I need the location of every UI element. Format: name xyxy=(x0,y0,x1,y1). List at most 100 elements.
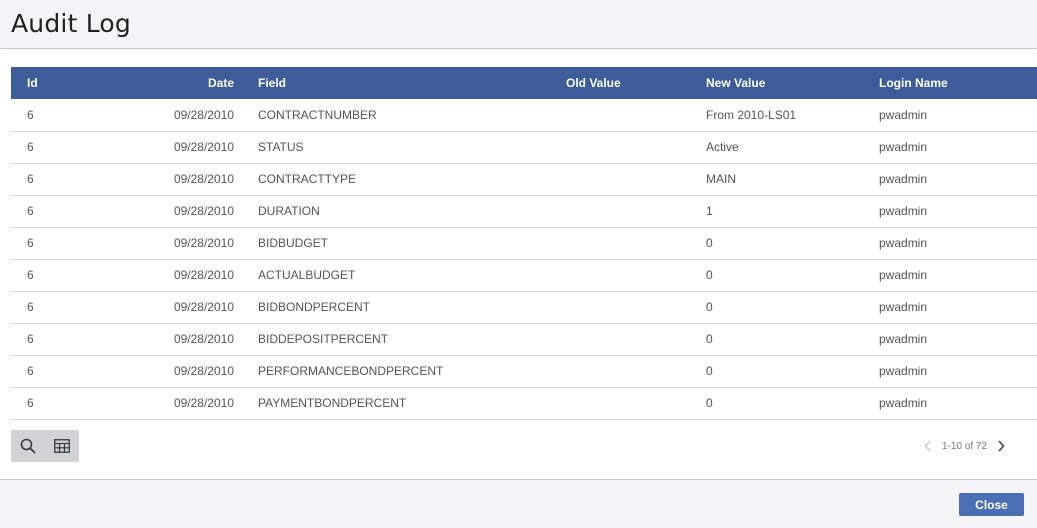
table-row[interactable]: 6 09/28/2010 PERFORMANCEBONDPERCENT 0 pwadmi… xyxy=(11,355,1037,387)
cell-new-value: MAIN xyxy=(706,172,736,186)
pager-status: 1-10 of 72 xyxy=(942,440,988,452)
table-body: 6 09/28/2010 CONTRACTNUMBER From 2010-LS01 p… xyxy=(11,99,1037,419)
column-header-date[interactable]: Date xyxy=(132,67,234,99)
cell-old-value xyxy=(566,163,706,195)
cell-date: 09/28/2010 xyxy=(173,236,234,250)
cell-spacer xyxy=(234,163,258,195)
cell-spacer xyxy=(234,99,258,131)
cell-login-name: pwadmin xyxy=(879,236,928,250)
column-chooser-button[interactable] xyxy=(45,430,79,462)
cell-field: PERFORMANCEBONDPERCENT xyxy=(258,364,444,378)
cell-field: BIDBONDPERCENT xyxy=(258,300,371,314)
cell-id: 6 xyxy=(27,140,34,154)
table-row[interactable]: 6 09/28/2010 ACTUALBUDGET 0 pwadmin xyxy=(11,259,1037,291)
cell-login-name: pwadmin xyxy=(879,300,928,314)
cell-spacer xyxy=(234,259,258,291)
cell-date: 09/28/2010 xyxy=(173,172,234,186)
cell-login-name: pwadmin xyxy=(879,396,928,410)
cell-old-value xyxy=(566,227,706,259)
cell-old-value xyxy=(566,355,706,387)
dialog-footer xyxy=(0,479,1037,528)
cell-date: 09/28/2010 xyxy=(173,268,234,282)
cell-field: CONTRACTNUMBER xyxy=(258,107,377,122)
table-header-row: Id Date Field Old Value New Value Login … xyxy=(11,67,1037,99)
audit-log-table: Id Date Field Old Value New Value Login … xyxy=(11,67,1037,420)
cell-login-name: pwadmin xyxy=(879,172,928,186)
cell-new-value: 0 xyxy=(706,364,713,378)
cell-date: 09/28/2010 xyxy=(173,204,234,218)
column-header-new-value[interactable]: New Value xyxy=(706,67,879,99)
cell-login-name: pwadmin xyxy=(879,140,928,154)
cell-new-value: 0 xyxy=(706,396,713,410)
cell-new-value: 0 xyxy=(706,300,713,314)
cell-new-value: 0 xyxy=(706,332,713,346)
search-button[interactable] xyxy=(11,430,45,462)
table-row[interactable]: 6 09/28/2010 PAYMENTBONDPERCENT 0 pwadmin xyxy=(11,387,1037,419)
cell-date: 09/28/2010 xyxy=(173,107,234,122)
table-row[interactable]: 6 09/28/2010 CONTRACTNUMBER From 2010-LS01 p… xyxy=(11,99,1037,131)
cell-id: 6 xyxy=(27,300,34,314)
table-row[interactable]: 6 09/28/2010 DURATION 1 pwadmin xyxy=(11,195,1037,227)
cell-new-value: Active xyxy=(706,140,739,154)
table-row[interactable]: 6 09/28/2010 BIDBUDGET 0 pwadmin xyxy=(11,227,1037,259)
table-row[interactable]: 6 09/28/2010 BIDDEPOSITPERCENT 0 pwadmin xyxy=(11,323,1037,355)
cell-old-value xyxy=(566,131,706,163)
table-row[interactable]: 6 09/28/2010 STATUS Active pwadmin xyxy=(11,131,1037,163)
page-title: Audit Log xyxy=(11,9,131,38)
table-row[interactable]: 6 09/28/2010 BIDBONDPERCENT 0 pwadmin xyxy=(11,291,1037,323)
cell-id: 6 xyxy=(27,364,34,378)
search-icon xyxy=(20,438,36,454)
cell-login-name: pwadmin xyxy=(879,107,928,122)
cell-old-value xyxy=(566,195,706,227)
cell-id: 6 xyxy=(27,332,34,346)
cell-id: 6 xyxy=(27,268,34,282)
grid-toolbar xyxy=(11,430,79,462)
previous-page-button[interactable] xyxy=(920,436,936,456)
cell-login-name: pwadmin xyxy=(879,364,928,378)
cell-old-value xyxy=(566,291,706,323)
column-header-login-name[interactable]: Login Name xyxy=(879,67,1037,99)
cell-spacer xyxy=(234,131,258,163)
cell-login-name: pwadmin xyxy=(879,204,928,218)
table-row[interactable]: 6 09/28/2010 CONTRACTTYPE MAIN pwadmin xyxy=(11,163,1037,195)
cell-spacer xyxy=(234,387,258,419)
cell-spacer xyxy=(234,195,258,227)
cell-id: 6 xyxy=(27,396,34,410)
cell-field: BIDBUDGET xyxy=(258,236,329,250)
dialog-header: Audit Log xyxy=(0,0,1037,49)
cell-old-value xyxy=(566,99,706,131)
cell-date: 09/28/2010 xyxy=(173,396,234,410)
cell-id: 6 xyxy=(27,236,34,250)
cell-new-value: 1 xyxy=(706,204,713,218)
cell-field: PAYMENTBONDPERCENT xyxy=(258,396,407,410)
column-header-id[interactable]: Id xyxy=(11,67,132,99)
cell-id: 6 xyxy=(27,204,34,218)
column-spacer xyxy=(234,67,258,99)
cell-new-value: 0 xyxy=(706,236,713,250)
cell-spacer xyxy=(234,355,258,387)
pager: 1-10 of 72 xyxy=(920,436,1009,456)
cell-old-value xyxy=(566,259,706,291)
cell-old-value xyxy=(566,323,706,355)
cell-field: CONTRACTTYPE xyxy=(258,172,357,186)
cell-date: 09/28/2010 xyxy=(173,140,234,154)
column-header-old-value[interactable]: Old Value xyxy=(566,67,706,99)
cell-date: 09/28/2010 xyxy=(173,332,234,346)
cell-field: STATUS xyxy=(258,140,304,154)
chevron-right-icon xyxy=(998,440,1005,452)
column-header-field[interactable]: Field xyxy=(258,67,566,99)
cell-new-value: 0 xyxy=(706,268,713,282)
cell-field: BIDDEPOSITPERCENT xyxy=(258,332,389,346)
cell-spacer xyxy=(234,323,258,355)
close-button[interactable]: Close xyxy=(959,493,1024,516)
cell-field: ACTUALBUDGET xyxy=(258,268,356,282)
grid-columns-icon xyxy=(54,439,70,453)
next-page-button[interactable] xyxy=(993,436,1009,456)
cell-date: 09/28/2010 xyxy=(173,364,234,378)
chevron-left-icon xyxy=(924,440,931,452)
cell-spacer xyxy=(234,227,258,259)
cell-field: DURATION xyxy=(258,204,320,218)
cell-id: 6 xyxy=(27,107,34,122)
cell-new-value: From 2010-LS01 xyxy=(706,107,797,122)
cell-id: 6 xyxy=(27,172,34,186)
